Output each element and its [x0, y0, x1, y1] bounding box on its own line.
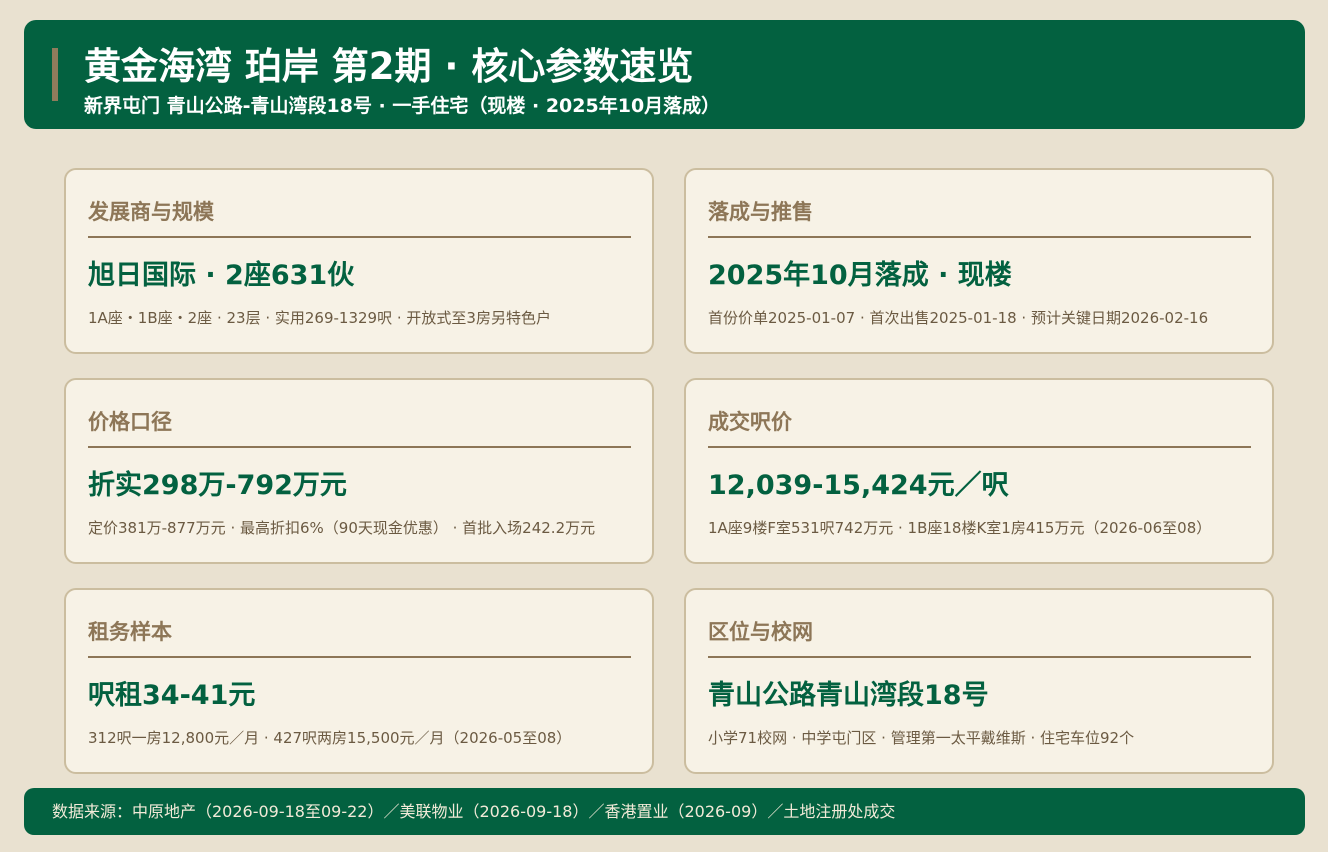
card-divider: [88, 446, 631, 448]
card-label: 落成与推售: [708, 200, 813, 224]
card-completion-sales: 落成与推售 2025年10月落成 · 现楼 首份价单2025-01-07 · 首…: [684, 168, 1274, 354]
card-developer-scale: 发展商与规模 旭日国际 · 2座631伙 1A座・1B座・2座 · 23层 · …: [64, 168, 654, 354]
card-detail: 定价381万-877万元 · 最高折扣6%（90天现金优惠） · 首批入场242…: [88, 519, 596, 537]
header-banner: 黄金海湾 珀岸 第2期 · 核心参数速览 新界屯门 青山公路-青山湾段18号 ·…: [24, 20, 1305, 129]
card-location-school: 区位与校网 青山公路青山湾段18号 小学71校网 · 中学屯门区 · 管理第一太…: [684, 588, 1274, 774]
card-value: 青山公路青山湾段18号: [708, 680, 989, 711]
card-label: 发展商与规模: [88, 200, 214, 224]
card-divider: [708, 656, 1251, 658]
page-title: 黄金海湾 珀岸 第2期 · 核心参数速览: [84, 45, 694, 88]
card-detail: 首份价单2025-01-07 · 首次出售2025-01-18 · 预计关键日期…: [708, 309, 1209, 327]
card-label: 区位与校网: [708, 620, 813, 644]
card-value: 旭日国际 · 2座631伙: [88, 260, 355, 291]
card-value: 呎租34-41元: [88, 680, 256, 711]
card-label: 租务样本: [88, 620, 172, 644]
footer-banner: 数据来源：中原地产（2026-09-18至09-22）／美联物业（2026-09…: [24, 788, 1305, 835]
card-rental-sample: 租务样本 呎租34-41元 312呎一房12,800元／月 · 427呎两房15…: [64, 588, 654, 774]
card-value: 12,039-15,424元／呎: [708, 470, 1009, 501]
card-label: 价格口径: [88, 410, 172, 434]
card-pricing: 价格口径 折实298万-792万元 定价381万-877万元 · 最高折扣6%（…: [64, 378, 654, 564]
card-value: 折实298万-792万元: [88, 470, 347, 501]
card-detail: 1A座・1B座・2座 · 23层 · 实用269-1329呎 · 开放式至3房另…: [88, 309, 551, 327]
header-accent-bar: [52, 48, 58, 101]
card-detail: 312呎一房12,800元／月 · 427呎两房15,500元／月（2026-0…: [88, 729, 572, 747]
card-transaction-price: 成交呎价 12,039-15,424元／呎 1A座9楼F室531呎742万元 ·…: [684, 378, 1274, 564]
card-detail: 小学71校网 · 中学屯门区 · 管理第一太平戴维斯 · 住宅车位92个: [708, 729, 1135, 747]
data-source-note: 数据来源：中原地产（2026-09-18至09-22）／美联物业（2026-09…: [52, 802, 896, 821]
card-divider: [708, 236, 1251, 238]
card-divider: [88, 236, 631, 238]
card-value: 2025年10月落成 · 现楼: [708, 260, 1012, 291]
card-label: 成交呎价: [708, 410, 792, 434]
card-detail: 1A座9楼F室531呎742万元 · 1B座18楼K室1房415万元（2026-…: [708, 519, 1212, 537]
card-divider: [708, 446, 1251, 448]
card-divider: [88, 656, 631, 658]
page: 黄金海湾 珀岸 第2期 · 核心参数速览 新界屯门 青山公路-青山湾段18号 ·…: [0, 0, 1328, 852]
page-subtitle: 新界屯门 青山公路-青山湾段18号 · 一手住宅（现楼 · 2025年10月落成…: [84, 95, 721, 117]
